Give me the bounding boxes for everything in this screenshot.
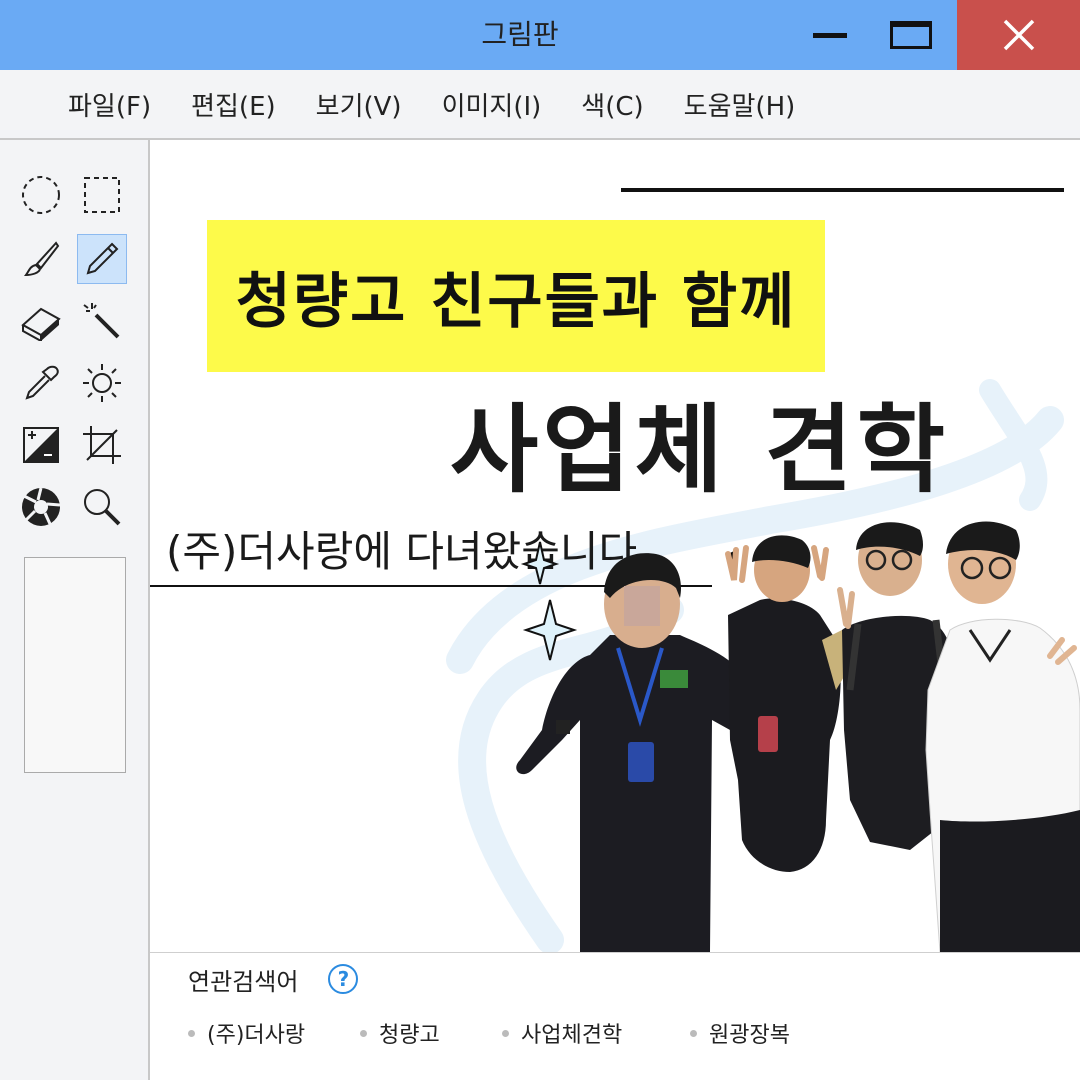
aperture-icon: [22, 487, 61, 526]
person-4: [925, 521, 1080, 952]
menu-help[interactable]: 도움말(H): [684, 86, 796, 123]
brush-tool[interactable]: [16, 234, 66, 284]
related-keyword[interactable]: 원광장복: [690, 1015, 790, 1051]
decorative-rule: [621, 188, 1064, 192]
bullet-icon: [690, 1029, 697, 1037]
minimize-button[interactable]: [800, 0, 860, 70]
contrast-icon: [23, 427, 59, 463]
ellipse-select-tool[interactable]: [16, 170, 66, 220]
ellipse-select-icon: [22, 176, 60, 214]
main-title: 사업체 견학: [450, 394, 950, 506]
magic-wand-tool[interactable]: [77, 296, 127, 346]
magic-wand-icon: [83, 303, 120, 339]
eyedropper-tool[interactable]: [16, 358, 66, 408]
related-keyword-label: 사업체견학: [521, 1023, 623, 1048]
menu-view[interactable]: 보기(V): [316, 86, 402, 123]
related-keyword[interactable]: 청량고: [360, 1015, 440, 1051]
title-bar: 그림판: [0, 0, 1080, 70]
help-icon[interactable]: ?: [328, 964, 359, 994]
menu-edit[interactable]: 편집(E): [191, 86, 276, 123]
tool-palette: [0, 140, 150, 1080]
rect-select-icon: [84, 177, 120, 213]
related-keyword-label: 원광장복: [709, 1023, 790, 1048]
menu-image[interactable]: 이미지(I): [442, 86, 542, 123]
headline-highlight: 청량고 친구들과 함께: [207, 220, 825, 372]
eraser-tool[interactable]: [16, 296, 66, 346]
maximize-button[interactable]: [876, 0, 946, 70]
related-keyword-label: (주)더사랑: [207, 1023, 306, 1048]
minimize-icon: [813, 32, 847, 38]
aperture-tool[interactable]: [16, 482, 66, 532]
related-search-panel: 연관검색어 ? (주)더사랑 청량고 사업체견학 원광장복: [150, 952, 1080, 1080]
menu-bar: 파일(F) 편집(E) 보기(V) 이미지(I) 색(C) 도움말(H): [0, 70, 1080, 140]
related-search-label: 연관검색어: [188, 967, 299, 996]
sparkle-icon: [520, 541, 578, 661]
crop-tool[interactable]: [77, 420, 127, 470]
color-panel[interactable]: [24, 557, 126, 773]
related-search-header: 연관검색어 ?: [188, 959, 359, 999]
magnifier-tool[interactable]: [77, 482, 127, 532]
headline-text: 청량고 친구들과 함께: [235, 266, 797, 337]
close-icon: [1003, 19, 1034, 51]
bullet-icon: [502, 1029, 509, 1037]
brightness-icon: [83, 364, 121, 402]
related-keyword[interactable]: (주)더사랑: [188, 1015, 305, 1051]
related-keyword-label: 청량고: [379, 1023, 440, 1048]
menu-color[interactable]: 색(C): [581, 86, 643, 123]
pencil-tool[interactable]: [77, 234, 127, 284]
group-photo: [516, 521, 1080, 952]
drawing-canvas[interactable]: 청량고 친구들과 함께 사업체 견학 (주)더사랑에 다녀왔습니다.: [150, 140, 1080, 952]
menu-file[interactable]: 파일(F): [68, 86, 151, 123]
person-2: [725, 535, 848, 872]
eraser-icon: [21, 307, 61, 341]
contrast-tool[interactable]: [16, 420, 66, 470]
crop-icon: [83, 426, 121, 464]
eyedropper-icon: [25, 365, 59, 400]
related-keyword[interactable]: 사업체견학: [502, 1015, 622, 1051]
magnifier-icon: [84, 489, 121, 526]
maximize-icon: [890, 21, 932, 49]
bullet-icon: [188, 1029, 195, 1037]
pencil-icon: [86, 242, 119, 275]
brightness-tool[interactable]: [77, 358, 127, 408]
rect-select-tool[interactable]: [77, 170, 127, 220]
bullet-icon: [360, 1029, 367, 1037]
close-button[interactable]: [957, 0, 1080, 70]
brush-icon: [24, 241, 60, 277]
